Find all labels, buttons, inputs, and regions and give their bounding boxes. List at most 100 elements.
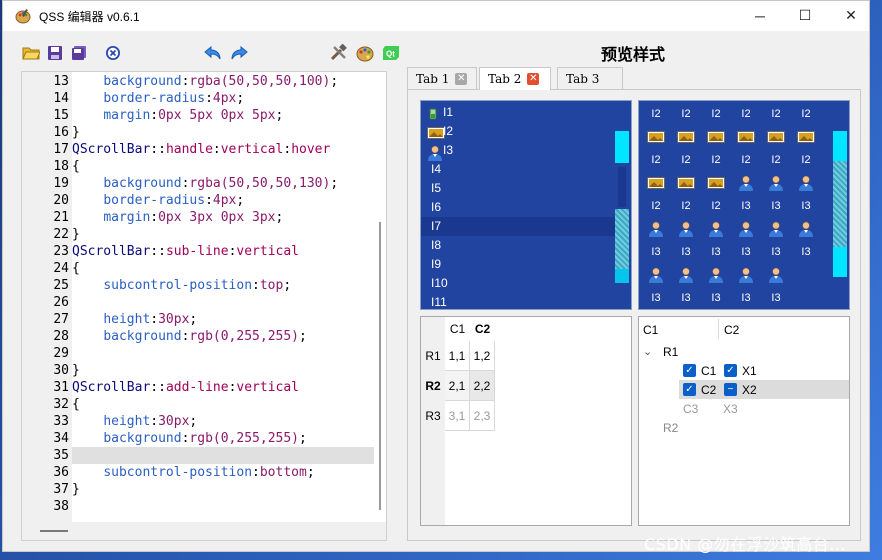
code-line[interactable]: 19 background:rgba(50,50,50,130); [22,175,374,192]
list-item[interactable]: I10 [421,274,615,293]
code-line[interactable]: 29 [22,345,374,362]
user-icon[interactable] [701,217,731,240]
qt-button[interactable]: Qt [381,43,401,63]
list-item[interactable]: I4 [421,160,615,179]
code-line[interactable]: 32{ [22,396,374,413]
code-line[interactable]: 20 border-radius:4px; [22,192,374,209]
scrollbar-handle[interactable] [618,167,626,207]
table-cell[interactable]: 1,2 [470,341,495,371]
tree-view[interactable]: C1 C2 ⌄ R1 ✓ C1 ✓ X1 ✓ C2 − X2 C3 X3 R2 [638,316,850,526]
icon-view-label[interactable]: I2 [701,148,731,171]
icon-view-label[interactable]: I3 [671,286,701,309]
icon-view-label[interactable]: I3 [671,240,701,263]
table-cell[interactable]: 2,1 [445,371,470,401]
code-line[interactable]: 13 background:rgba(50,50,50,100); [22,73,374,90]
save-button[interactable] [45,43,65,63]
list-item[interactable]: I2 [421,122,615,141]
user-icon[interactable] [641,263,671,286]
picture-icon[interactable] [641,171,671,194]
maximize-button[interactable]: ☐ [782,0,828,30]
list-item[interactable]: I7 [421,217,615,236]
picture-icon[interactable] [761,125,791,148]
user-icon[interactable] [761,171,791,194]
table-cell[interactable]: 2,2 [470,371,495,401]
checkbox-checked-icon[interactable]: ✓ [683,364,696,377]
redo-button[interactable] [229,43,249,63]
code-line[interactable]: 33 height:30px; [22,413,374,430]
icon-view-label[interactable]: I3 [701,240,731,263]
picture-icon[interactable] [701,171,731,194]
icon-view-label[interactable]: I2 [641,194,671,217]
vertical-scrollbar-handle[interactable] [379,222,381,510]
tree-item-r1[interactable]: ⌄ R1 [643,342,678,361]
tree-item-r2[interactable]: R2 [663,418,678,437]
list-item[interactable]: I6 [421,198,615,217]
icon-view-label[interactable]: I2 [791,148,821,171]
tools-button[interactable] [329,43,349,63]
picture-icon[interactable] [791,125,821,148]
user-icon[interactable] [701,263,731,286]
icon-view-label[interactable]: I2 [671,194,701,217]
minimize-button[interactable]: ─ [737,1,783,31]
checkbox-checked-icon[interactable]: ✓ [724,364,737,377]
code-line[interactable]: 27 height:30px; [22,311,374,328]
picture-icon[interactable] [671,171,701,194]
tab-1[interactable]: Tab 1 ✕ [407,67,477,89]
tab-close-icon[interactable]: ✕ [455,72,468,85]
user-icon[interactable] [761,217,791,240]
list-item[interactable]: I9 [421,255,615,274]
horizontal-scrollbar-handle[interactable] [40,530,68,532]
table-view[interactable]: C1 C2 ^ R1 R2 R3 1,1 1,2 2,1 2,2 3,1 2,3 [420,316,632,526]
checkbox-partial-icon[interactable]: − [724,383,737,396]
icon-view-label[interactable]: I3 [641,286,671,309]
code-line[interactable]: 35 [22,447,374,464]
icon-view-label[interactable]: I2 [731,102,761,125]
icon-view-label[interactable]: I2 [761,148,791,171]
user-icon[interactable] [671,217,701,240]
open-folder-button[interactable] [21,43,41,63]
tree-item-c3[interactable]: C3 X3 [683,399,738,418]
row-header[interactable]: R2 [421,371,445,401]
code-line[interactable]: 18{ [22,158,374,175]
tree-item-c1[interactable]: ✓ C1 ✓ X1 [683,361,757,380]
row-header[interactable]: R1 [421,341,445,371]
picture-icon[interactable] [671,125,701,148]
icon-view-label[interactable]: I3 [761,286,791,309]
code-line[interactable]: 38 [22,498,374,515]
icon-view-label[interactable]: I3 [731,240,761,263]
icon-view-label[interactable]: I3 [641,240,671,263]
scrollbar-sub-line[interactable] [615,131,629,163]
icon-scrollbar-add-line[interactable] [833,247,847,277]
picture-icon[interactable] [701,125,731,148]
icon-view-label[interactable]: I2 [641,102,671,125]
user-icon[interactable] [731,263,761,286]
code-line[interactable]: 36 subcontrol-position:bottom; [22,464,374,481]
save-as-button[interactable] [69,43,89,63]
tree-item-c2[interactable]: ✓ C2 − X2 [683,380,757,399]
code-line[interactable]: 28 background:rgb(0,255,255); [22,328,374,345]
icon-view-label[interactable]: I3 [761,194,791,217]
vertical-scrollbar[interactable] [374,72,386,524]
code-area[interactable]: 13 background:rgba(50,50,50,100); 14 bord… [22,72,374,524]
tree-column-header[interactable]: C2 [724,323,739,337]
icon-view-label[interactable]: I2 [761,102,791,125]
code-line[interactable]: 30} [22,362,374,379]
icon-view-label[interactable]: I3 [731,194,761,217]
list-item[interactable]: I1 [421,103,615,122]
picture-icon[interactable] [731,125,761,148]
tree-column-header[interactable]: C1 [643,323,658,337]
icon-view-label[interactable]: I2 [731,148,761,171]
row-header[interactable]: R3 [421,401,445,431]
icon-scrollbar-page[interactable] [833,161,847,256]
tab-3[interactable]: Tab 3 [557,67,623,89]
picture-icon[interactable] [641,125,671,148]
table-cell[interactable]: 1,1 [445,341,470,371]
code-line[interactable]: 24{ [22,260,374,277]
scrollbar-add-line[interactable] [615,269,629,283]
code-editor[interactable]: 13 background:rgba(50,50,50,100); 14 bord… [21,71,387,541]
code-line[interactable]: 14 border-radius:4px; [22,90,374,107]
icon-view-label[interactable]: I2 [791,102,821,125]
icon-view[interactable]: I2 I2 I2 I2 I2 I2 I2 I2 I2 I2 I2 I2 I2 I2 I2 I3 I3 I3 I3 I3… [638,100,850,310]
palette-button[interactable] [355,43,375,63]
list-item[interactable]: I8 [421,236,615,255]
